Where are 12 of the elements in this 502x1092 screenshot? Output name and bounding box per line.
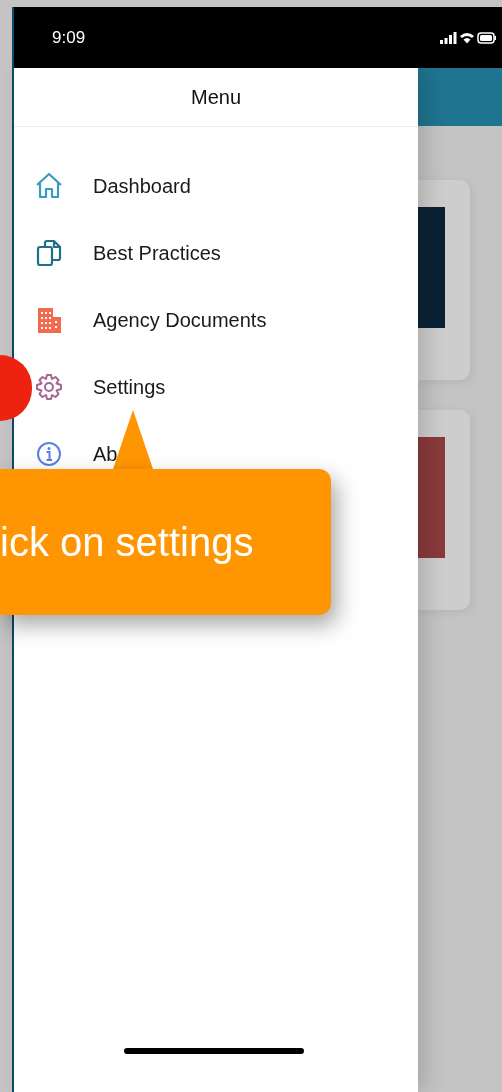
tooltip-text: ick on settings [0, 519, 254, 566]
menu-item[interactable]: Settings [93, 371, 166, 402]
status-icons [440, 30, 496, 45]
status-time: 9:09 [52, 26, 86, 49]
menu-item[interactable]: Agency Documents [93, 304, 267, 335]
settings-icon [34, 371, 64, 402]
home-icon [34, 170, 64, 201]
menu-title: Menu [191, 85, 241, 110]
menu-item[interactable]: Best Practices [93, 237, 221, 268]
documents-icon [34, 237, 64, 268]
home-indicator[interactable] [124, 1048, 304, 1054]
menu-item[interactable]: Dashboard [93, 170, 191, 201]
